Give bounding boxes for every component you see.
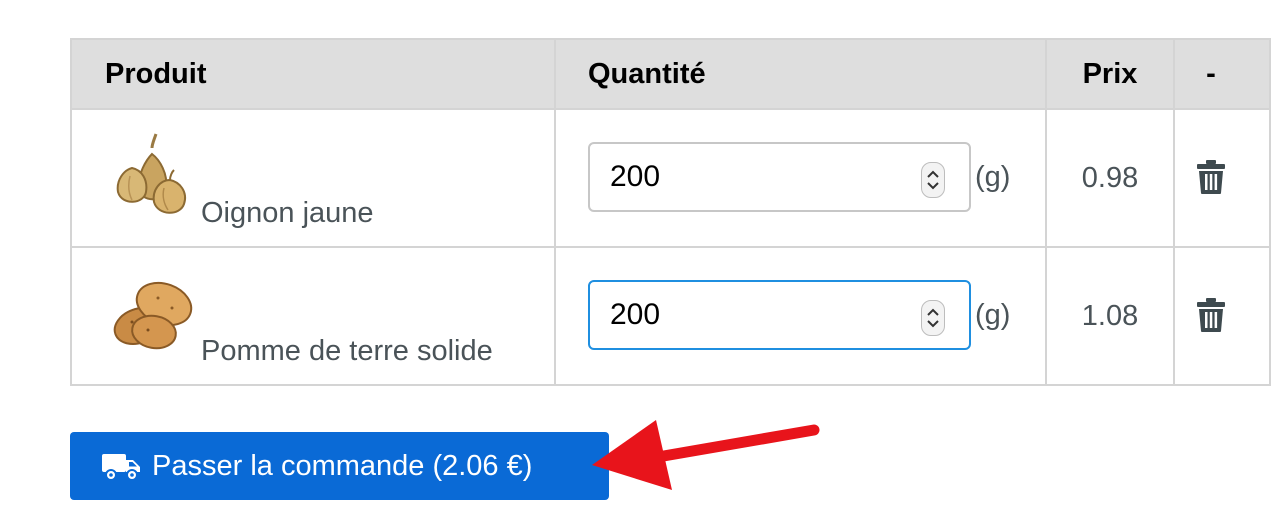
trash-icon[interactable]: [1196, 159, 1226, 195]
product-cell: Pomme de terre solide: [70, 246, 556, 386]
quantity-spinner-icon[interactable]: [921, 162, 945, 198]
table-row: Pomme de terre solide 200 (g) 1.08: [70, 246, 1271, 386]
quantity-spinner-icon[interactable]: [921, 300, 945, 336]
table-header-row: Produit Quantité Prix -: [70, 38, 1271, 110]
price-cell: 0.98: [1045, 108, 1175, 248]
quantity-value: 200: [610, 298, 661, 331]
place-order-label: Passer la commande (2.06 €): [152, 449, 533, 482]
quantity-input[interactable]: 200: [588, 280, 971, 350]
remove-cell: [1173, 246, 1271, 386]
header-product: Produit: [70, 38, 556, 110]
quantity-unit: (g): [975, 299, 1011, 331]
quantity-cell: 200 (g): [554, 108, 1047, 248]
truck-icon: [102, 454, 140, 481]
quantity-input[interactable]: 200: [588, 142, 971, 212]
annotation-arrow-icon: [592, 420, 820, 490]
header-remove: -: [1173, 38, 1271, 110]
price-cell: 1.08: [1045, 246, 1175, 386]
trash-icon[interactable]: [1196, 297, 1226, 333]
table-row: Oignon jaune 200 (g) 0.98: [70, 108, 1271, 248]
header-price: Prix: [1045, 38, 1175, 110]
onion-image: [116, 133, 186, 214]
product-cell: Oignon jaune: [70, 108, 556, 248]
quantity-unit: (g): [975, 161, 1011, 193]
quantity-value: 200: [610, 160, 661, 193]
product-name: Pomme de terre solide: [201, 335, 493, 367]
potato-image: [113, 281, 193, 350]
header-quantity: Quantité: [554, 38, 1047, 110]
product-name: Oignon jaune: [201, 197, 374, 229]
cart-table: Produit Quantité Prix - Oignon jaune 200…: [70, 38, 1271, 386]
place-order-button[interactable]: Passer la commande (2.06 €): [70, 432, 609, 500]
quantity-cell: 200 (g): [554, 246, 1047, 386]
remove-cell: [1173, 108, 1271, 248]
